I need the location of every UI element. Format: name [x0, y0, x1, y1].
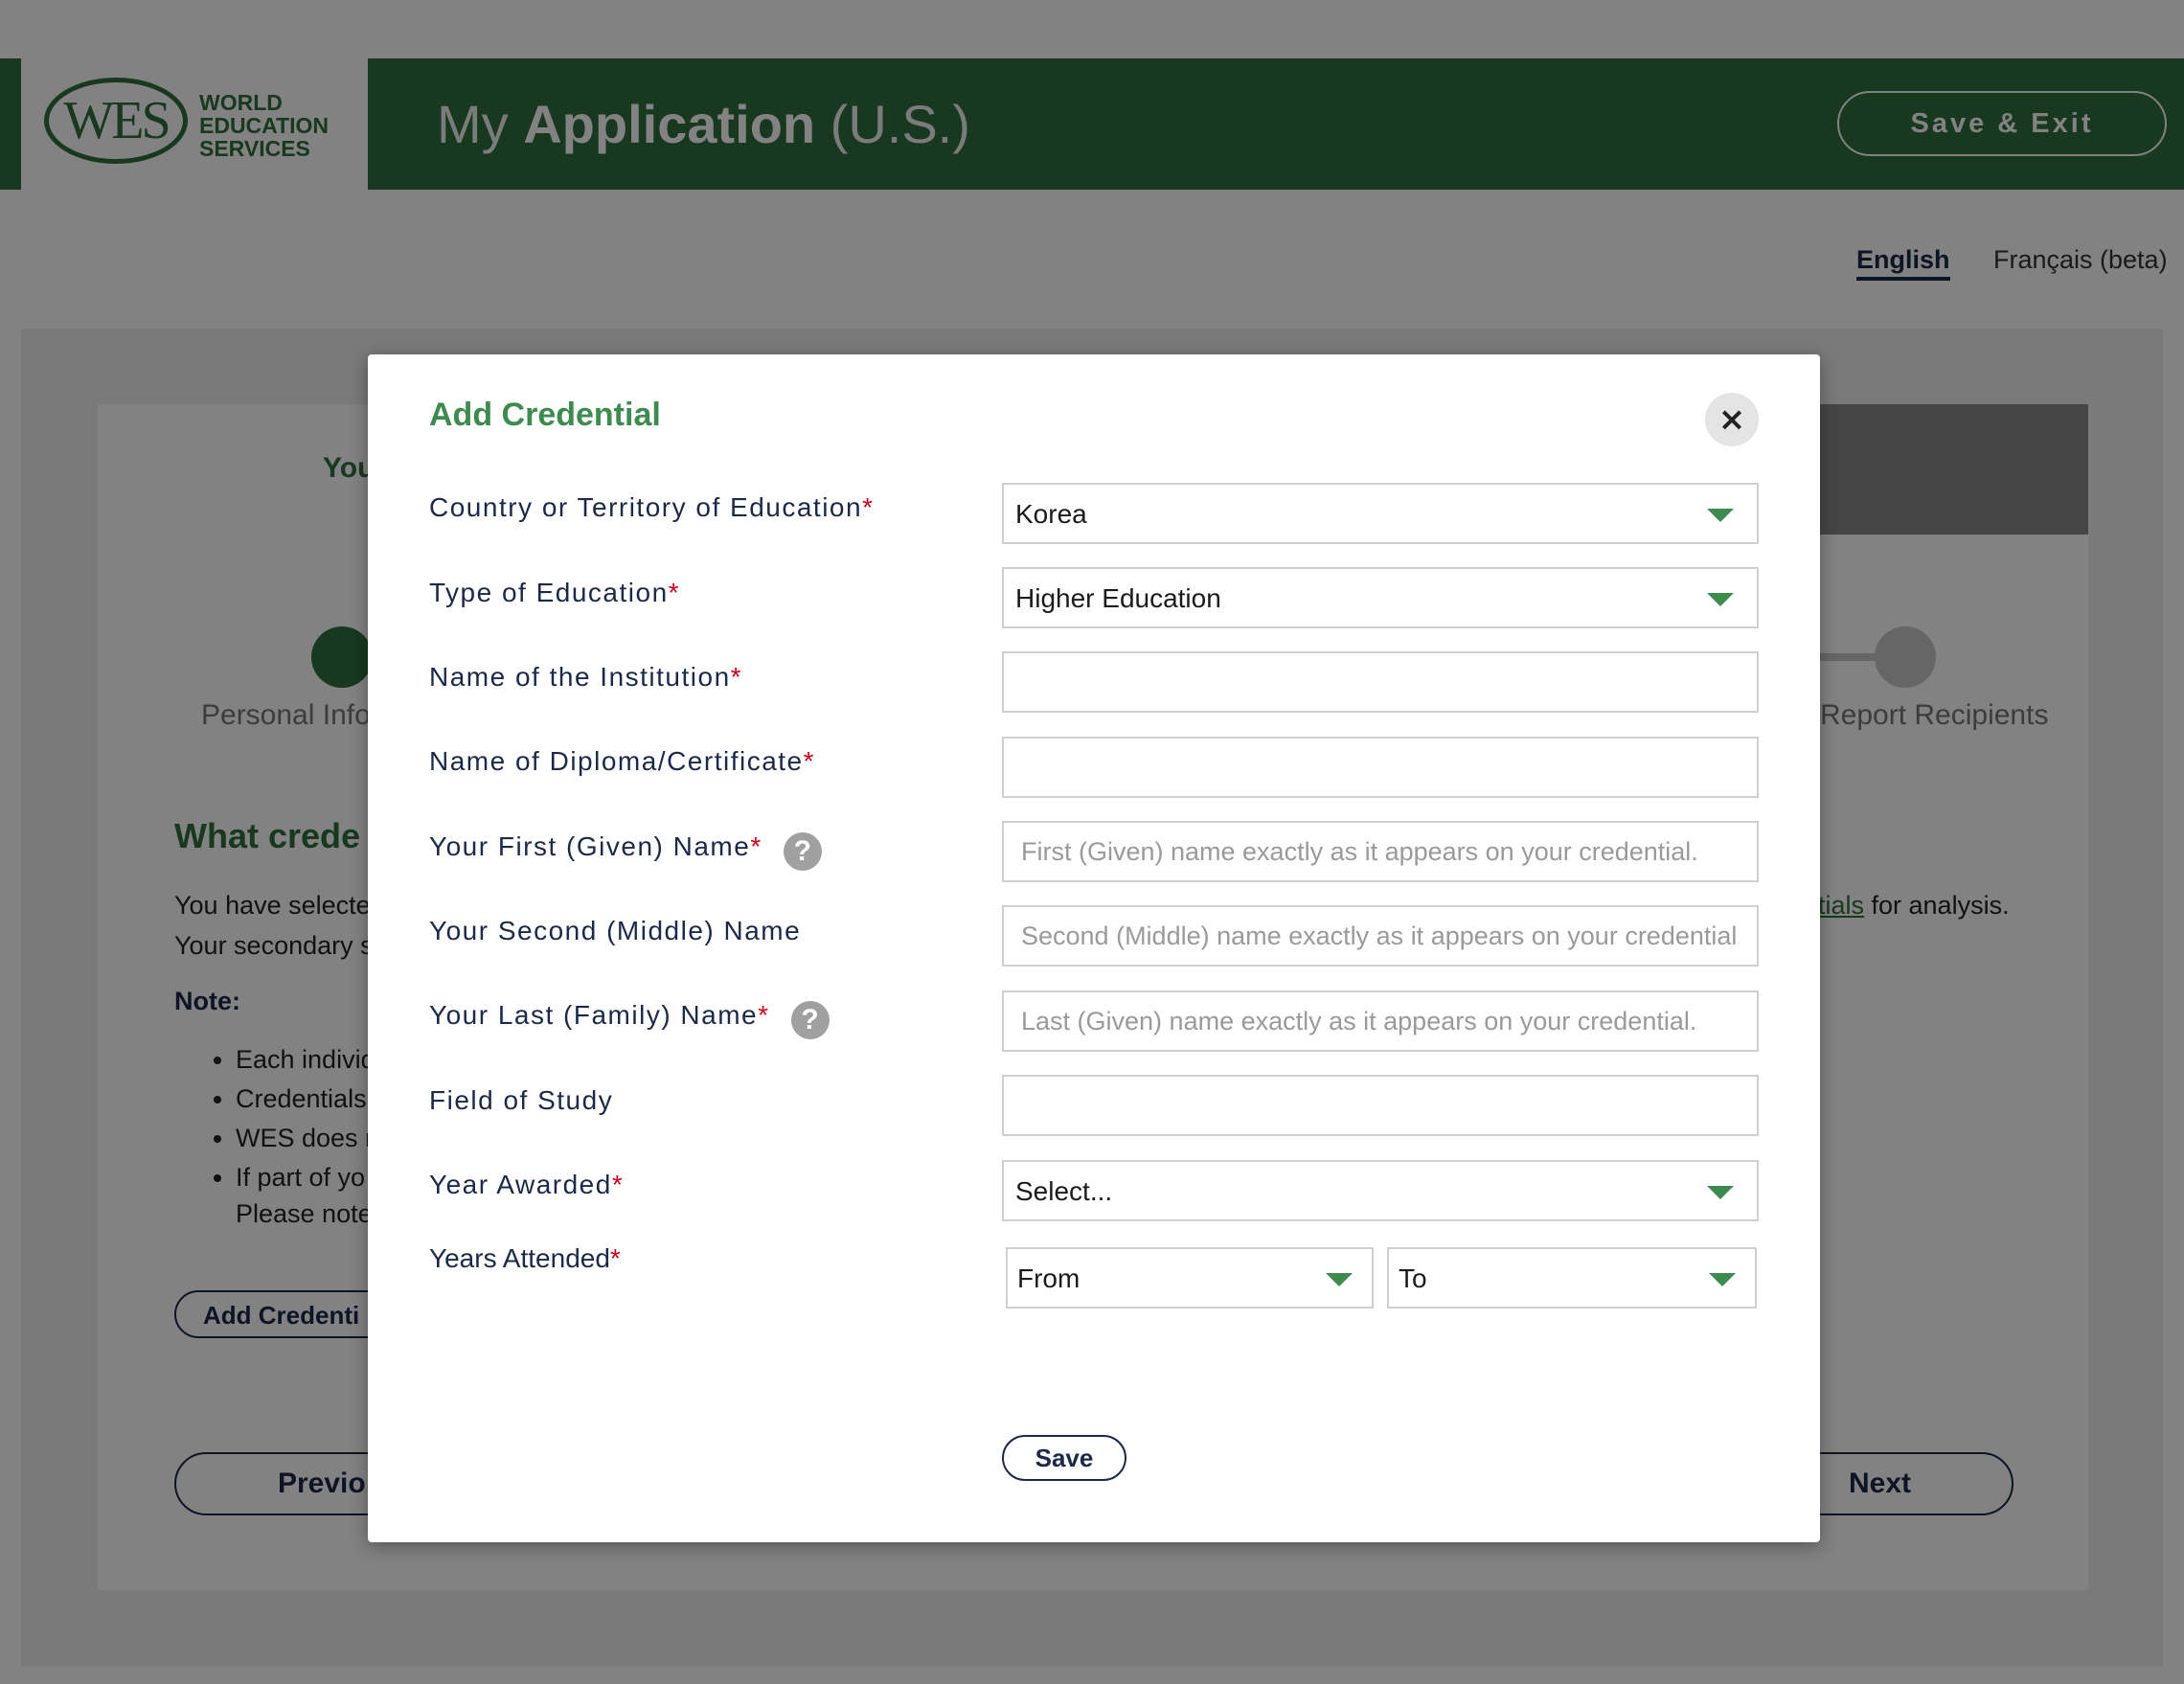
modal-title: Add Credential [429, 397, 661, 433]
add-credential-modal: Add Credential × Country or Territory of… [368, 354, 1820, 1542]
country-select[interactable]: Korea [1002, 483, 1759, 544]
education-type-label: Type of Education* [429, 578, 681, 607]
field-of-study-label: Field of Study [429, 1085, 614, 1115]
middle-name-input[interactable] [1002, 905, 1759, 967]
last-name-input[interactable] [1002, 990, 1759, 1052]
close-icon[interactable]: × [1705, 393, 1759, 446]
country-label: Country or Territory of Education* [429, 492, 875, 522]
institution-label: Name of the Institution* [429, 662, 743, 692]
year-awarded-select[interactable]: Select... [1002, 1160, 1759, 1221]
years-attended-from-select[interactable]: From [1006, 1247, 1374, 1309]
save-button[interactable]: Save [1002, 1435, 1126, 1481]
first-name-label: Your First (Given) Name*? [429, 831, 822, 871]
years-attended-label: Years Attended* [429, 1243, 621, 1273]
chevron-down-icon [1326, 1273, 1353, 1286]
chevron-down-icon [1707, 509, 1734, 522]
field-of-study-input[interactable] [1002, 1075, 1759, 1136]
diploma-label: Name of Diploma/Certificate* [429, 746, 816, 776]
years-attended-to-select[interactable]: To [1387, 1247, 1757, 1309]
first-name-input[interactable] [1002, 821, 1759, 882]
page: WES WORLD EDUCATION SERVICES My Applicat… [0, 0, 2184, 1684]
year-awarded-label: Year Awarded* [429, 1170, 625, 1199]
institution-input[interactable] [1002, 651, 1759, 713]
help-icon[interactable]: ? [783, 832, 822, 871]
education-type-select[interactable]: Higher Education [1002, 567, 1759, 628]
chevron-down-icon [1707, 1186, 1734, 1199]
middle-name-label: Your Second (Middle) Name [429, 916, 802, 945]
diploma-input[interactable] [1002, 737, 1759, 798]
help-icon[interactable]: ? [790, 1001, 830, 1039]
chevron-down-icon [1709, 1273, 1736, 1286]
last-name-label: Your Last (Family) Name*? [429, 1000, 830, 1039]
chevron-down-icon [1707, 593, 1734, 606]
